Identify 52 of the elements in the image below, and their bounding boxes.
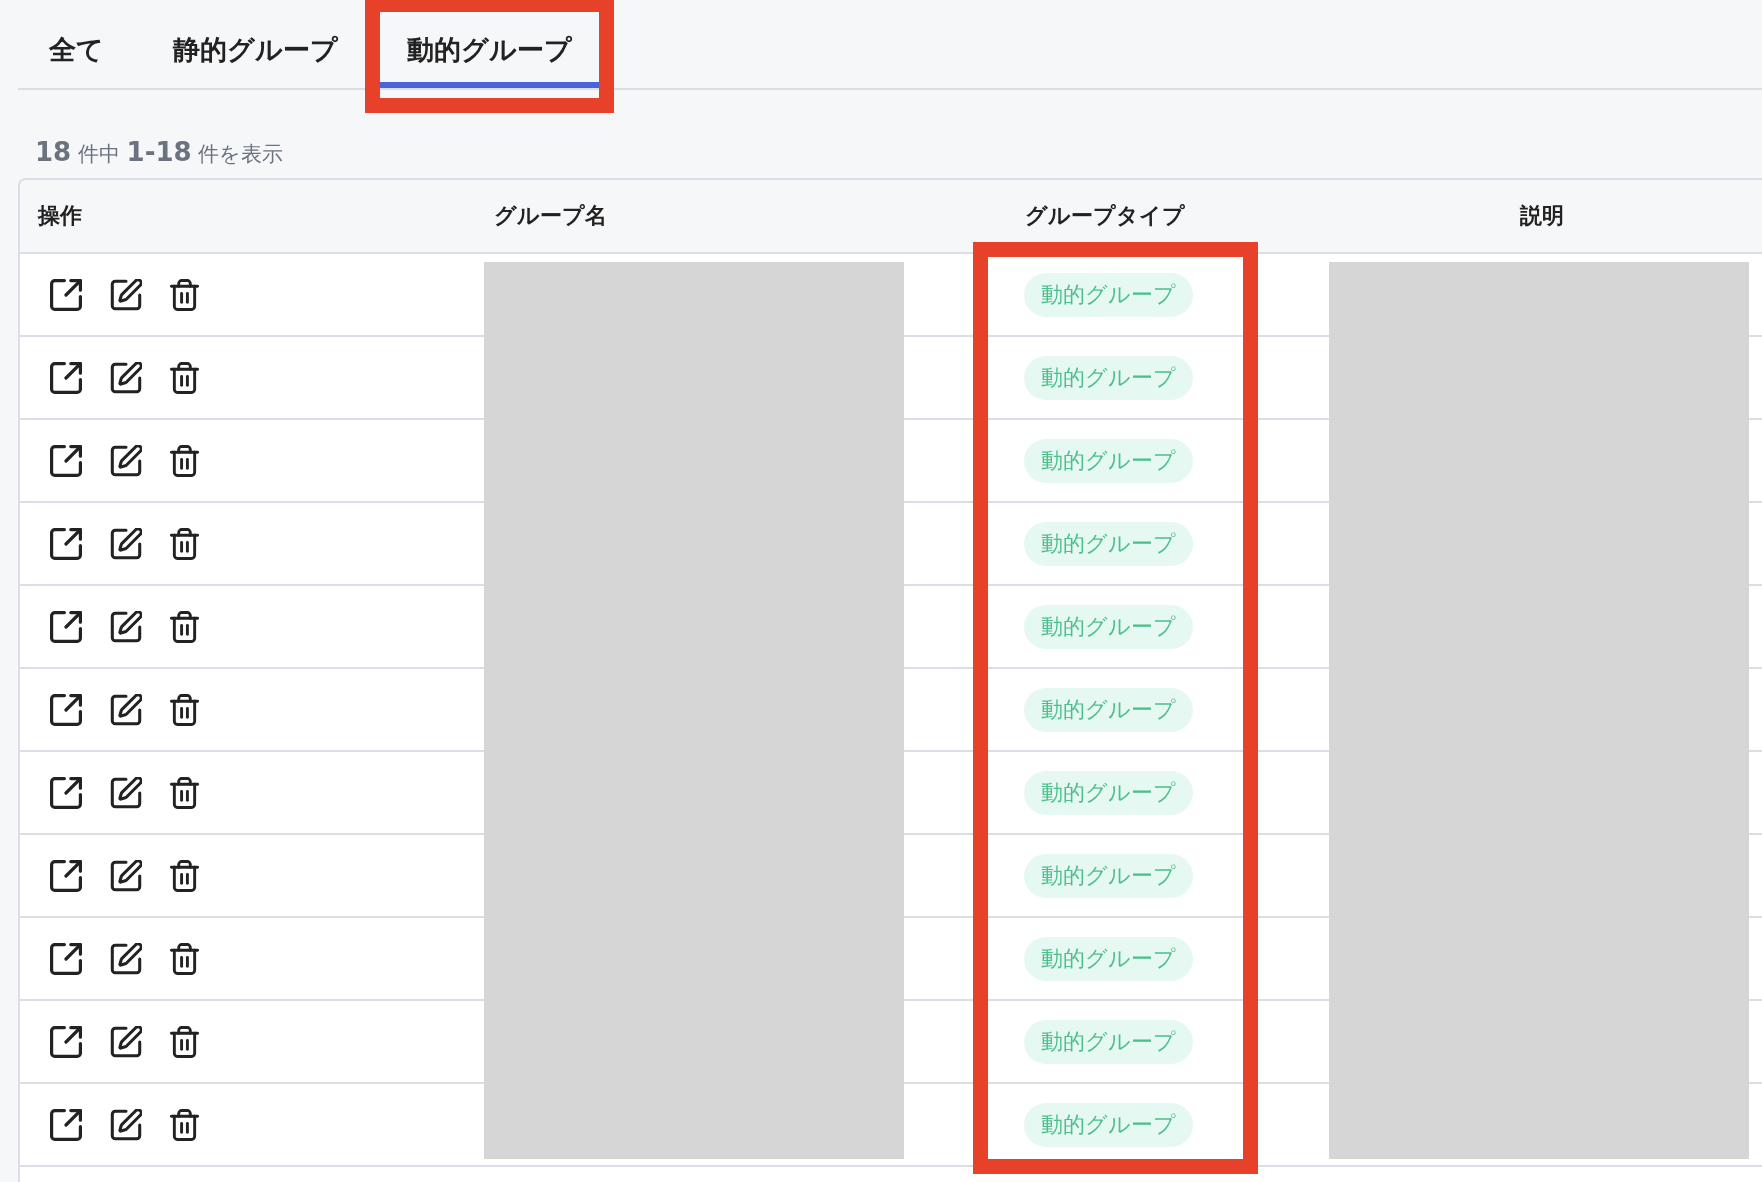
group-type-tag: 動的グループ <box>1024 770 1193 815</box>
group-type-tag: 動的グループ <box>1024 604 1193 649</box>
trash-icon[interactable] <box>170 610 199 643</box>
edit-icon[interactable] <box>110 278 142 311</box>
group-type-tag: 動的グループ <box>1024 936 1193 981</box>
trash-icon[interactable] <box>170 693 199 726</box>
trash-icon[interactable] <box>170 444 199 477</box>
external-link-icon[interactable] <box>50 610 82 643</box>
column-header: 操作 <box>38 202 82 230</box>
external-link-icon[interactable] <box>50 693 82 726</box>
external-link-icon[interactable] <box>50 278 82 311</box>
group-type-tag: 動的グループ <box>1024 438 1193 483</box>
group-type-tag: 動的グループ <box>1024 272 1193 317</box>
edit-icon[interactable] <box>110 361 142 394</box>
column-header: 説明 <box>1519 202 1564 230</box>
result-count: 18 件中 1-18 件を表示 <box>35 136 284 169</box>
external-link-icon[interactable] <box>50 859 82 892</box>
trash-icon[interactable] <box>170 527 199 560</box>
edit-icon[interactable] <box>110 444 142 477</box>
external-link-icon[interactable] <box>50 942 82 975</box>
trash-icon[interactable] <box>170 1025 199 1058</box>
column-header: グループ名 <box>494 202 607 230</box>
trash-icon[interactable] <box>170 361 199 394</box>
external-link-icon[interactable] <box>50 1108 82 1141</box>
external-link-icon[interactable] <box>50 361 82 394</box>
edit-icon[interactable] <box>110 942 142 975</box>
group-type-tag: 動的グループ <box>1024 1102 1193 1147</box>
edit-icon[interactable] <box>110 693 142 726</box>
external-link-icon[interactable] <box>50 776 82 809</box>
group-type-tag: 動的グループ <box>1024 1019 1193 1064</box>
edit-icon[interactable] <box>110 776 142 809</box>
trash-icon[interactable] <box>170 278 199 311</box>
tab[interactable]: 全て <box>22 12 131 88</box>
trash-icon[interactable] <box>170 776 199 809</box>
tab[interactable]: 静的グループ <box>146 12 365 88</box>
edit-icon[interactable] <box>110 610 142 643</box>
external-link-icon[interactable] <box>50 527 82 560</box>
group-type-tag: 動的グループ <box>1024 853 1193 898</box>
edit-icon[interactable] <box>110 859 142 892</box>
external-link-icon[interactable] <box>50 1025 82 1058</box>
group-type-tag: 動的グループ <box>1024 687 1193 732</box>
trash-icon[interactable] <box>170 859 199 892</box>
trash-icon[interactable] <box>170 942 199 975</box>
trash-icon[interactable] <box>170 1108 199 1141</box>
group-type-tag: 動的グループ <box>1024 355 1193 400</box>
edit-icon[interactable] <box>110 527 142 560</box>
group-type-tag: 動的グループ <box>1024 521 1193 566</box>
external-link-icon[interactable] <box>50 444 82 477</box>
column-header: グループタイプ <box>1025 202 1185 230</box>
edit-icon[interactable] <box>110 1025 142 1058</box>
edit-icon[interactable] <box>110 1108 142 1141</box>
tab[interactable]: 動的グループ <box>380 12 599 88</box>
